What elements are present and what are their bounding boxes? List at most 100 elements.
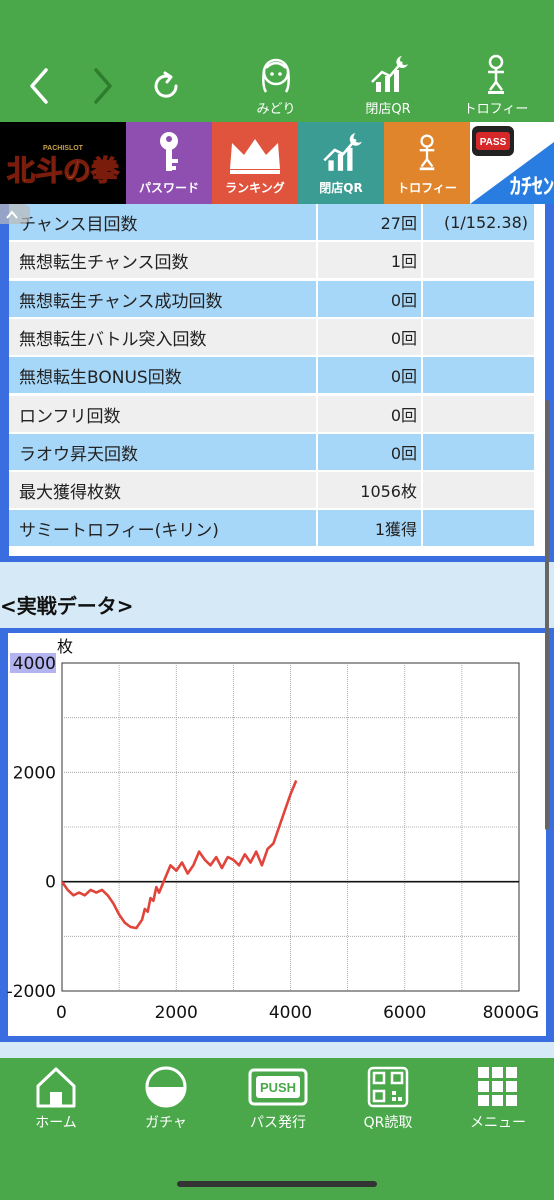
svg-text:ｶﾁｾﾝ: ｶﾁｾﾝ [510,175,554,200]
stat-label: 無想転生バトル突入回数 [9,319,316,355]
bottom-nav: ホーム ガチャ PUSH パス発行 QR読取 メニュー [0,1058,554,1200]
category-label: パスワード [138,181,199,195]
back-button[interactable] [20,60,60,112]
x-tick-label: 8000G [483,1003,539,1023]
chevron-left-icon [30,68,48,104]
stat-ratio [423,510,534,546]
gacha-ball-icon [145,1066,187,1108]
stat-label: 無想転生BONUS回数 [9,357,316,393]
girl-avatar-icon [262,58,290,93]
stat-label: チャンス目回数 [9,204,316,240]
category-ranking[interactable]: ランキング [212,122,298,204]
svg-text:北斗の拳: 北斗の拳 [7,155,120,187]
stat-ratio [423,281,534,317]
stat-ratio: (1/152.38) [423,204,534,240]
stat-ratio [423,472,534,508]
stat-ratio [423,396,534,432]
stat-value: 0回 [318,319,421,355]
stats-row: 無想転生チャンス回数 1回 [9,242,534,278]
nav-pass-issue[interactable]: PUSH パス発行 [228,1064,328,1134]
stats-row: 無想転生バトル突入回数 0回 [9,319,534,355]
line-chart: 400020000-20000 2000 4000 6000 8000G枚 [7,637,539,1023]
hokuto-logo-tile[interactable]: PACHISLOT 北斗の拳 [0,122,126,204]
svg-text:PUSH: PUSH [260,1080,296,1095]
x-tick-label: 0 [56,1003,67,1023]
stat-label: ロンフリ回数 [9,396,316,432]
hokuto-logo: PACHISLOT 北斗の拳 [6,145,120,188]
toolbar-closing-qr[interactable]: 閉店QR [348,52,428,118]
stat-label: 無想転生チャンス回数 [9,242,316,278]
chart-moon-icon [371,56,408,92]
stats-row: ロンフリ回数 0回 [9,396,534,432]
stats-row: ラオウ昇天回数 0回 [9,434,534,470]
key-icon [160,132,178,171]
toolbar-label: 閉店QR [365,102,411,117]
reload-button[interactable] [146,60,186,112]
category-closing-qr[interactable]: 閉店QR [298,122,384,204]
y-tick-label: 0 [45,873,56,893]
stat-label: サミートロフィー(キリン) [9,510,316,546]
svg-text:PASS: PASS [480,137,507,148]
y-tick-label: 4000 [13,654,56,674]
x-tick-label: 4000 [269,1003,312,1023]
x-tick-label: 6000 [383,1003,426,1023]
y-axis-label: 枚 [57,637,73,656]
stat-value: 0回 [318,281,421,317]
category-pass[interactable]: PASS ｶﾁｾﾝ [470,122,554,204]
stat-value: 1回 [318,242,421,278]
stat-label: 無想転生チャンス成功回数 [9,281,316,317]
stat-value: 0回 [318,357,421,393]
svg-text:PACHISLOT: PACHISLOT [43,145,84,152]
scroll-up-hint [0,204,30,224]
stats-row: 最大獲得枚数 1056枚 [9,472,534,508]
toolbar-trophy[interactable]: トロフィー [456,52,536,118]
toolbar-midori[interactable]: みどり [236,52,316,118]
chevron-right-icon [94,68,112,104]
stat-value: 0回 [318,396,421,432]
stat-ratio [423,357,534,393]
stat-value: 1056枚 [318,472,421,508]
scrollbar[interactable] [545,400,549,830]
y-tick-label: 2000 [13,763,56,783]
nav-gacha[interactable]: ガチャ [116,1064,216,1134]
nav-qr-read[interactable]: QR読取 [338,1064,438,1134]
nav-label: ガチャ [145,1115,187,1131]
category-trophy[interactable]: トロフィー [384,122,470,204]
toolbar-label: トロフィー [463,102,529,117]
stat-value: 1獲得 [318,510,421,546]
trophy-figure-icon [488,54,504,94]
stat-value: 27回 [318,204,421,240]
home-indicator [177,1181,377,1187]
toolbar-label: みどり [256,102,296,117]
category-strip: PACHISLOT 北斗の拳 パスワード ランキング 閉店QR トロフィー PA… [0,122,554,204]
crown-icon [230,139,280,174]
nav-label: ホーム [35,1115,77,1131]
trophy-figure-icon [419,134,435,171]
y-tick-label: -2000 [7,982,56,1002]
qr-code-icon [367,1066,409,1108]
stats-row: サミートロフィー(キリン) 1獲得 [9,510,534,546]
nav-home[interactable]: ホーム [6,1064,106,1134]
chart-moon-icon [323,133,362,171]
stat-label: ラオウ昇天回数 [9,434,316,470]
grid-menu-icon [478,1067,517,1106]
push-badge-icon: PUSH [248,1068,308,1106]
stat-ratio [423,319,534,355]
category-label: 閉店QR [319,181,363,195]
category-password[interactable]: パスワード [126,122,212,204]
stat-label: 最大獲得枚数 [9,472,316,508]
stat-value: 0回 [318,434,421,470]
home-icon [36,1067,76,1108]
nav-label: メニュー [470,1115,526,1131]
stats-row: 無想転生BONUS回数 0回 [9,357,534,393]
section-title: <実戦データ> [0,594,134,618]
nav-label: QR読取 [363,1115,413,1131]
category-label: ランキング [225,181,285,195]
stat-ratio [423,242,534,278]
nav-label: パス発行 [250,1115,306,1131]
stats-row: 無想転生チャンス成功回数 0回 [9,281,534,317]
category-label: トロフィー [397,181,457,195]
reload-icon [154,71,178,98]
nav-menu[interactable]: メニュー [448,1064,548,1134]
forward-button[interactable] [82,60,122,112]
